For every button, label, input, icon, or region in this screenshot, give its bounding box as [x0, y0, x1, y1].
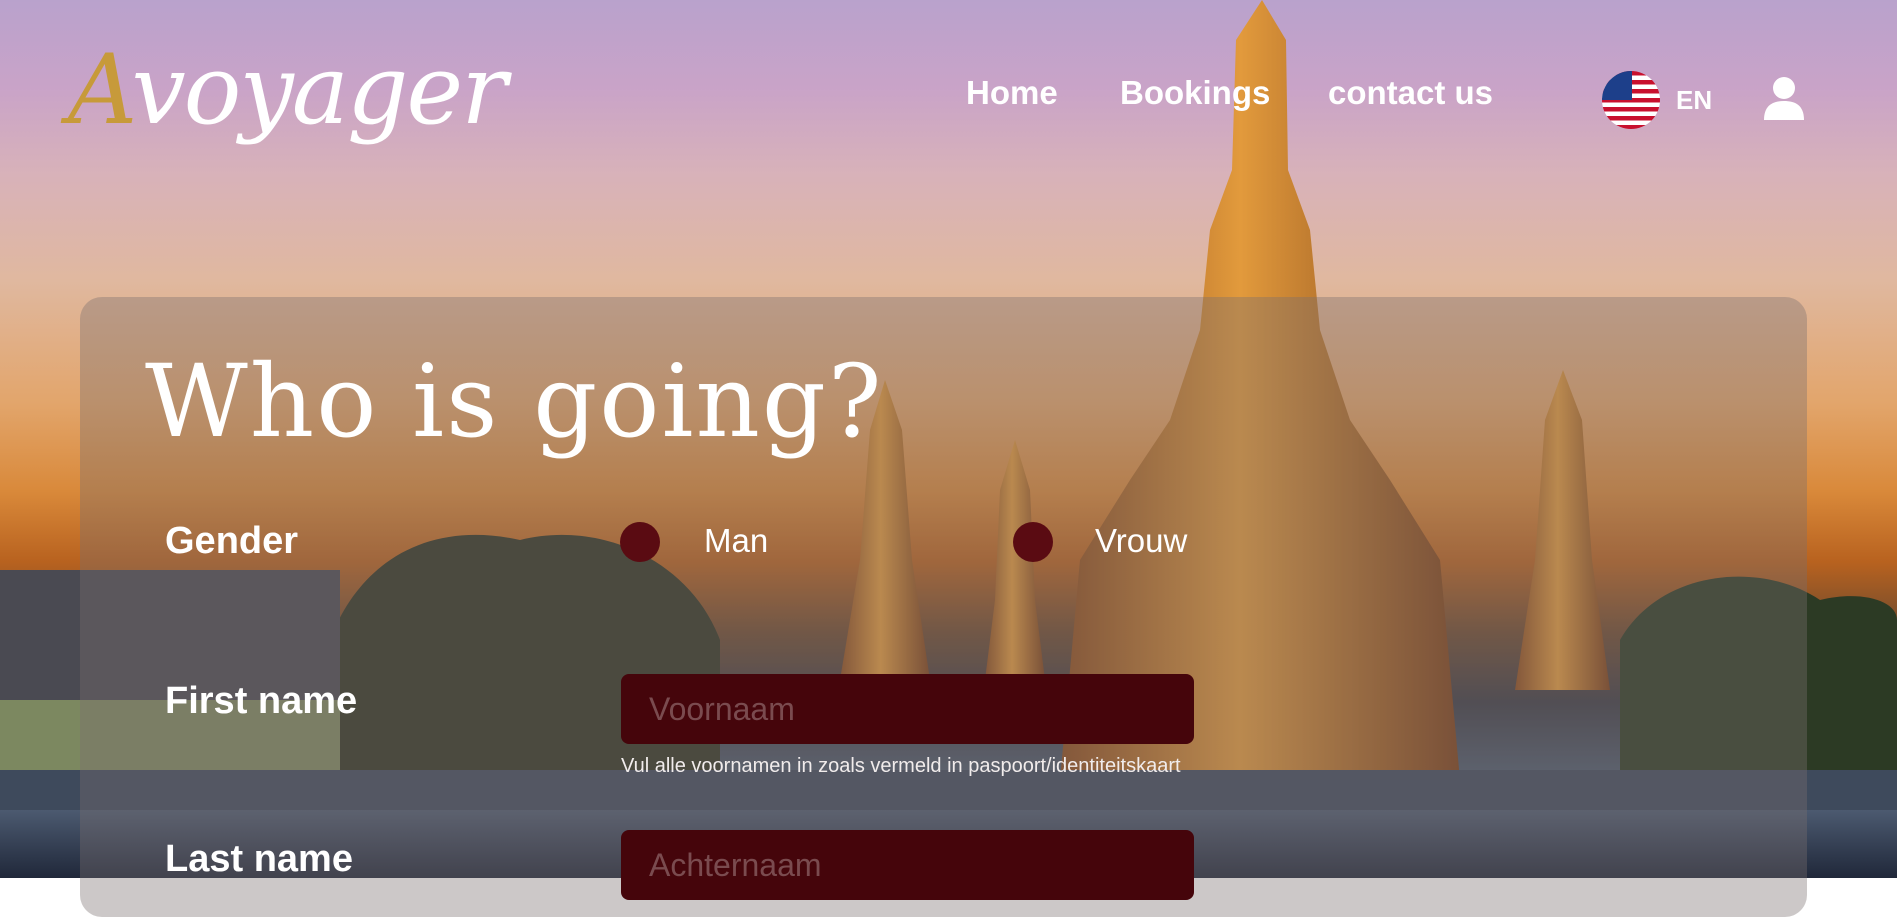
- gender-label: Gender: [165, 520, 299, 562]
- user-icon[interactable]: [1763, 75, 1805, 121]
- gender-option-vrouw[interactable]: Vrouw: [1095, 522, 1187, 560]
- language-selector[interactable]: EN: [1602, 71, 1712, 129]
- nav-home[interactable]: Home: [966, 74, 1058, 112]
- nav-contact[interactable]: contact us: [1328, 74, 1493, 112]
- us-flag-icon: [1602, 71, 1660, 129]
- gender-radio-man[interactable]: [620, 522, 660, 562]
- page-title: Who is going?: [145, 343, 884, 460]
- brand-logo[interactable]: Avoyager: [68, 42, 507, 138]
- first-name-input[interactable]: [621, 674, 1194, 744]
- logo-initial: A: [68, 34, 133, 146]
- last-name-label: Last name: [165, 838, 353, 880]
- first-name-hint: Vul alle voornamen in zoals vermeld in p…: [621, 755, 1181, 777]
- nav-bookings[interactable]: Bookings: [1120, 74, 1270, 112]
- first-name-label: First name: [165, 680, 358, 722]
- gender-radio-vrouw[interactable]: [1013, 522, 1053, 562]
- last-name-input[interactable]: [621, 830, 1194, 900]
- gender-option-man[interactable]: Man: [704, 522, 768, 560]
- logo-wordmark: voyager: [131, 34, 507, 146]
- language-code: EN: [1676, 84, 1713, 115]
